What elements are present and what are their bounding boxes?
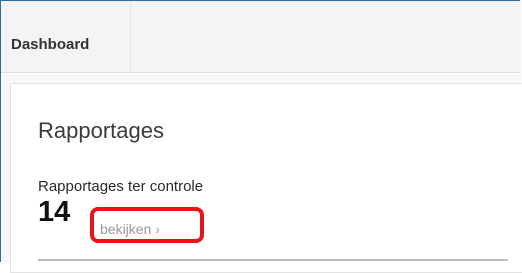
main-content: Rapportages Rapportages ter controle 14 … xyxy=(1,74,522,273)
card-title: Rapportages xyxy=(38,118,164,143)
dashboard-header: Dashboard xyxy=(1,1,521,73)
reports-count: 14 xyxy=(38,196,71,228)
page-title: Dashboard xyxy=(11,36,90,53)
card-divider xyxy=(38,259,508,261)
reports-to-review-label: Rapportages ter controle xyxy=(38,178,204,195)
highlight-annotation xyxy=(90,207,204,243)
reports-card: Rapportages Rapportages ter controle 14 … xyxy=(10,83,522,273)
header-divider xyxy=(130,2,131,73)
